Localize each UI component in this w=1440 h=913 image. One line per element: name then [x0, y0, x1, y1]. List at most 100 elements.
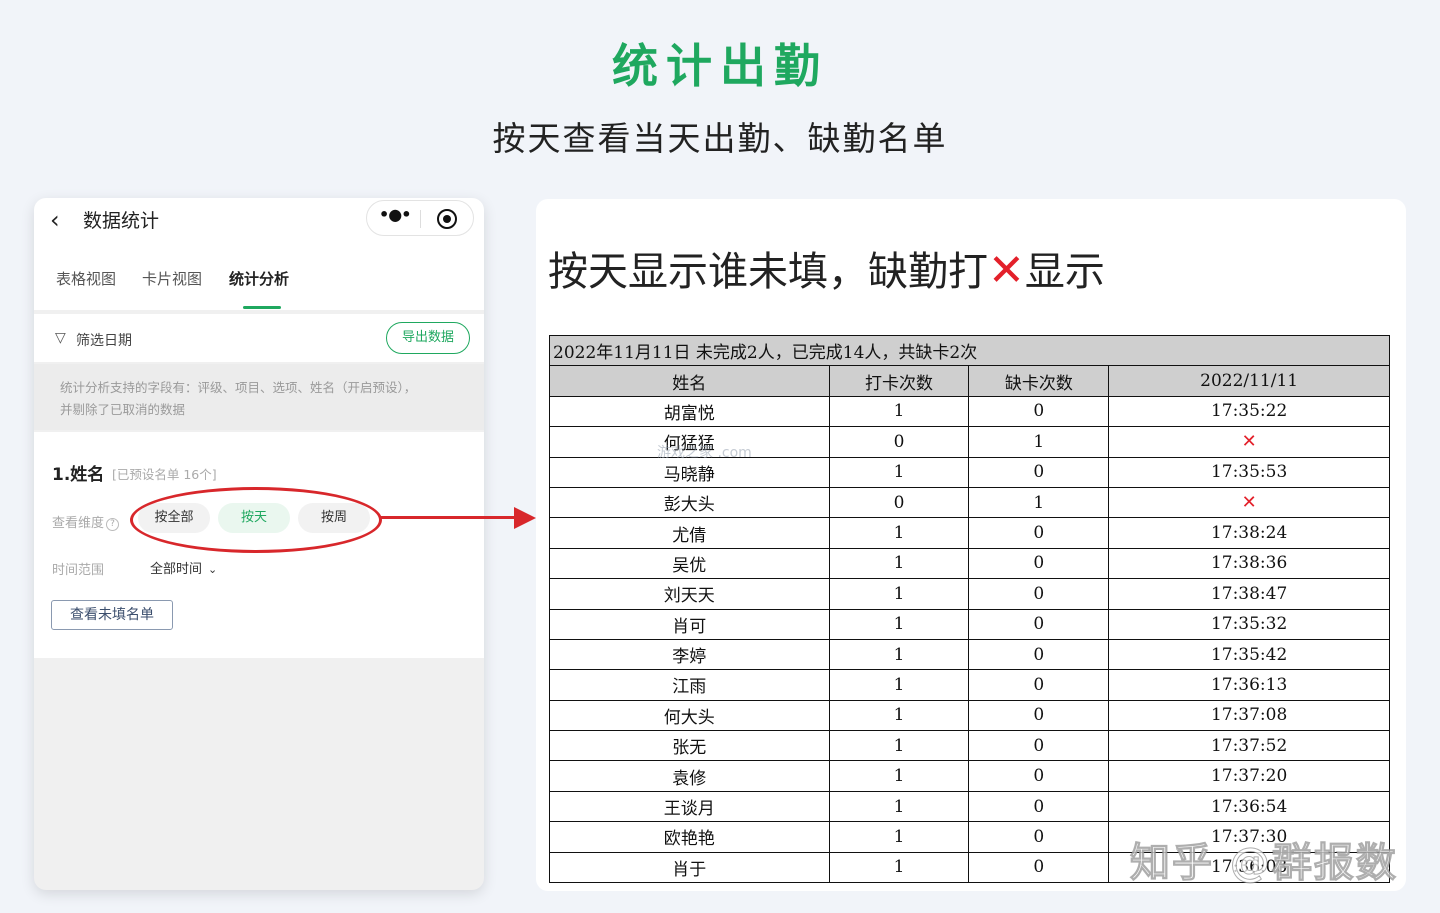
table-cell: 1 [828, 821, 970, 853]
table-row: 吴优 1 0 17:38:36 [549, 547, 1390, 580]
table-cell: 0 [968, 790, 1110, 823]
time-cell: 17:37:08 [1108, 699, 1390, 732]
table-cell: 王谈月 [549, 790, 830, 823]
subheadline: 按天查看当天出勤、缺勤名单 [492, 119, 948, 158]
time-cell: 17:36:13 [1108, 669, 1390, 701]
table-row: 胡富悦 1 0 17:35:22 [549, 395, 1390, 428]
table-cell: 肖于 [549, 851, 830, 884]
time-range-select[interactable]: 全部时间 ⌄ [150, 558, 217, 577]
time-cell: 17:35:22 [1108, 395, 1390, 428]
table-cell: 0 [968, 669, 1110, 701]
time-cell: 17:37:52 [1108, 730, 1390, 762]
table-cell: 尤倩 [549, 517, 830, 549]
tab-card-view[interactable]: 卡片视图 [142, 268, 202, 289]
active-tab-indicator [243, 306, 281, 309]
table-cell: 肖可 [549, 608, 830, 640]
export-data-button[interactable]: 导出数据 [386, 322, 470, 354]
more-dots-icon[interactable]: •●• [379, 205, 411, 224]
zhihu-watermark: 知乎 @群报数 [1130, 840, 1398, 887]
time-cell: 17:38:36 [1108, 547, 1390, 580]
table-cell: 0 [968, 608, 1110, 640]
time-cell: ✕ [1108, 486, 1390, 519]
table-cell: 0 [968, 730, 1110, 762]
table-row: 王谈月 1 0 17:36:54 [549, 790, 1390, 823]
table-cell: 1 [828, 517, 970, 549]
time-cell: 17:35:32 [1108, 608, 1390, 640]
filter-icon[interactable]: ▽ [55, 330, 66, 346]
table-cell: 袁修 [549, 760, 830, 792]
table-cell: 欧艳艳 [549, 821, 830, 853]
table-cell: 1 [828, 790, 970, 823]
capsule-divider [420, 210, 421, 228]
table-cell: 0 [968, 395, 1110, 428]
mini-program-capsule: •●• [366, 200, 474, 236]
headline: 统计出勤 [612, 39, 828, 93]
hint-box: 统计分析支持的字段有：评级、项目、选项、姓名（开启预设）， 并剔除了已取消的数据 [34, 364, 484, 430]
attendance-table: 2022年11月11日 未完成2人，已完成14人，共缺卡2次 姓名 打卡次数 缺… [549, 334, 1390, 884]
table-row: 江雨 1 0 17:36:13 [549, 669, 1390, 701]
table-row: 何大头 1 0 17:37:08 [549, 699, 1390, 732]
highlight-ellipse [130, 487, 382, 553]
question-icon[interactable]: ? [106, 518, 120, 531]
table-cell: 江雨 [549, 669, 830, 701]
app-header: ‹ 数据统计 •●• 表格视图 卡片视图 统计分析 [34, 198, 484, 310]
table-cell: 1 [968, 486, 1110, 519]
table-cell: 1 [828, 638, 970, 671]
table-cell: 0 [828, 486, 970, 519]
table-cell: 0 [968, 517, 1110, 549]
table-cell: 吴优 [549, 547, 830, 580]
table-row: 肖可 1 0 17:35:32 [549, 608, 1390, 640]
section-title: 1.姓名 [52, 465, 105, 485]
table-row: 彭大头 0 1 ✕ [549, 486, 1390, 519]
chevron-left-icon[interactable]: ‹ [50, 206, 60, 234]
table-cell: 胡富悦 [549, 395, 830, 428]
arrow-head-icon [514, 507, 536, 529]
table-cell: 1 [828, 608, 970, 640]
column-header: 2022/11/11 [1108, 365, 1390, 397]
table-row: 刘天天 1 0 17:38:47 [549, 578, 1390, 610]
table-summary: 2022年11月11日 未完成2人，已完成14人，共缺卡2次 [549, 334, 1390, 367]
red-x-icon: ✕ [988, 245, 1025, 296]
table-cell: 0 [968, 578, 1110, 610]
view-unfilled-button[interactable]: 查看未填名单 [51, 600, 173, 630]
table-cell: 1 [828, 730, 970, 762]
result-card: 按天显示谁未填，缺勤打✕显示 2022年11月11日 未完成2人，已完成14人，… [536, 199, 1406, 891]
time-cell: 17:35:42 [1108, 638, 1390, 671]
site-watermark: 游戏之家 .com [657, 445, 752, 461]
table-cell: 1 [828, 547, 970, 580]
hint-line: 统计分析支持的字段有：评级、项目、选项、姓名（开启预设）， [60, 380, 417, 395]
table-cell: 1 [828, 669, 970, 701]
time-cell: 17:37:20 [1108, 760, 1390, 792]
hint-line: 并剔除了已取消的数据 [60, 402, 186, 417]
table-cell: 何大头 [549, 699, 830, 732]
time-cell: ✕ [1108, 426, 1390, 458]
filter-date-label[interactable]: 筛选日期 [76, 330, 132, 350]
table-cell: 1 [828, 456, 970, 488]
table-row: 李婷 1 0 17:35:42 [549, 638, 1390, 671]
column-header: 打卡次数 [828, 365, 970, 397]
tab-statistics[interactable]: 统计分析 [229, 268, 289, 289]
table-row: 袁修 1 0 17:37:20 [549, 760, 1390, 792]
table-cell: 0 [968, 699, 1110, 732]
table-header-row: 姓名 打卡次数 缺卡次数 2022/11/11 [549, 365, 1390, 397]
time-cell: 17:38:47 [1108, 578, 1390, 610]
column-header: 缺卡次数 [968, 365, 1110, 397]
target-icon[interactable] [437, 209, 457, 229]
table-cell: 彭大头 [549, 486, 830, 519]
table-row: 尤倩 1 0 17:38:24 [549, 517, 1390, 549]
table-cell: 1 [828, 395, 970, 428]
table-cell: 0 [968, 851, 1110, 884]
filter-bar: ▽ 筛选日期 导出数据 [34, 314, 484, 362]
table-cell: 0 [968, 760, 1110, 792]
tab-table-view[interactable]: 表格视图 [56, 268, 116, 289]
chevron-down-icon: ⌄ [208, 563, 218, 576]
table-cell: 刘天天 [549, 578, 830, 610]
page-title: 数据统计 [83, 210, 160, 232]
table-cell: 1 [828, 851, 970, 884]
table-cell: 1 [828, 699, 970, 732]
table-cell: 1 [968, 426, 1110, 458]
table-cell: 张无 [549, 730, 830, 762]
table-cell: 0 [968, 638, 1110, 671]
time-cell: 17:36:54 [1108, 790, 1390, 823]
table-cell: 0 [968, 456, 1110, 488]
